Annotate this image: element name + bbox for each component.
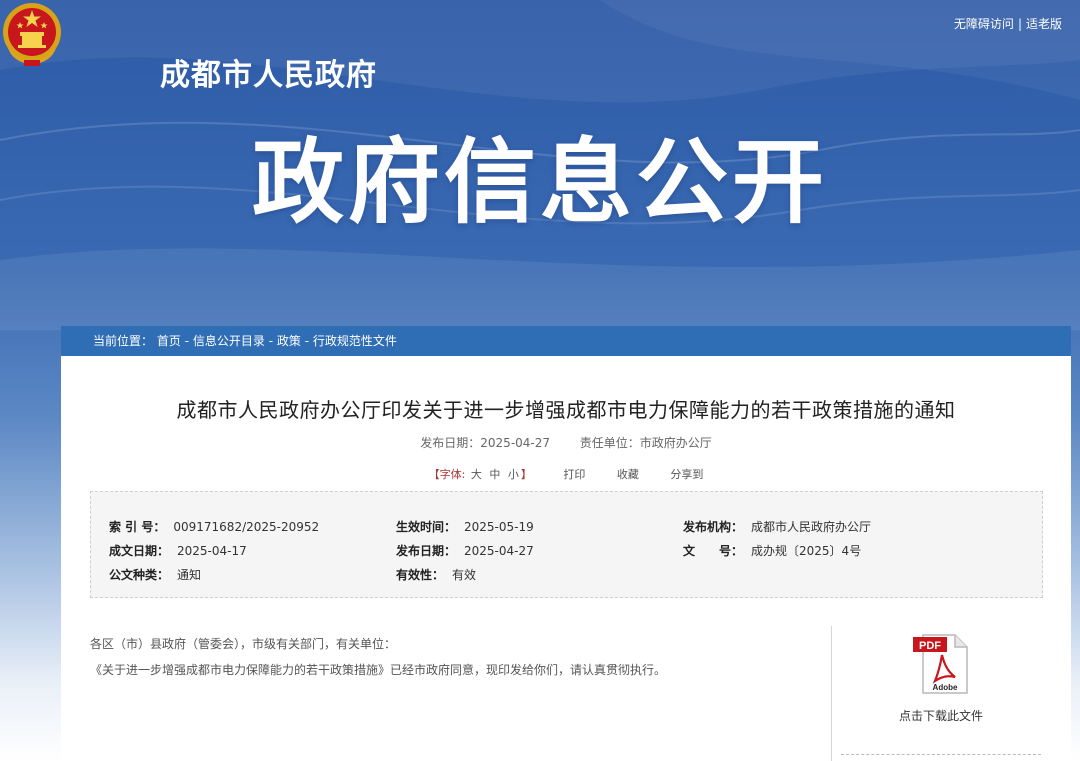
top-link-separator: | xyxy=(1017,17,1022,31)
info-pubdate: 发布日期： 2025-04-27 xyxy=(396,542,534,559)
info-type-label: 公文种类： xyxy=(109,568,170,582)
top-links: 无障碍访问 | 适老版 xyxy=(954,15,1062,32)
content-paragraph: 《关于进一步增强成都市电力保障能力的若干政策措施》已经市政府同意，现印发给你们，… xyxy=(90,663,667,677)
publish-date-value: 2025-04-27 xyxy=(480,436,551,450)
pdf-file-icon[interactable]: PDF Adobe xyxy=(909,631,973,695)
info-issuer-label: 发布机构： xyxy=(683,520,744,534)
info-docno: 文 号： 成办规〔2025〕4号 xyxy=(683,542,861,559)
unit-value: 市政府办公厅 xyxy=(639,436,712,450)
document-content: 各区（市）县政府（管委会），市级有关部门，有关单位： 《关于进一步增强成都市电力… xyxy=(90,631,810,683)
font-size-close: 】 xyxy=(520,468,532,481)
banner-title: 政府信息公开 xyxy=(251,129,828,236)
download-section: PDF Adobe 点击下载此文件 xyxy=(841,631,1041,724)
site-name[interactable]: 成都市人民政府 xyxy=(160,50,377,94)
info-type: 公文种类： 通知 xyxy=(109,566,201,583)
breadcrumb-policy[interactable]: 政策 xyxy=(277,334,301,348)
breadcrumb-separator: - xyxy=(304,334,313,348)
document-info-box: 索 引 号： 009171682/2025-20952 生效时间： 2025-05-… xyxy=(90,491,1043,598)
publish-date-label: 发布日期： xyxy=(420,436,481,450)
breadcrumb-separator: - xyxy=(268,334,277,348)
font-size-medium-button[interactable]: 中 xyxy=(489,468,500,481)
favorite-button[interactable]: 收藏 xyxy=(617,468,639,481)
share-button[interactable]: 分享到 xyxy=(670,468,703,481)
breadcrumb-separator: - xyxy=(184,334,193,348)
info-validity: 有效性： 有效 xyxy=(396,566,476,583)
unit-label: 责任单位： xyxy=(579,436,640,450)
breadcrumb-prefix: 当前位置： xyxy=(93,334,154,348)
document-tools: 【字体: 大 中 小】 打印 收藏 分享到 xyxy=(61,466,1071,482)
font-size-small-button[interactable]: 小 xyxy=(508,468,519,481)
pdf-badge-text: PDF xyxy=(919,640,941,652)
breadcrumb-home[interactable]: 首页 xyxy=(157,334,181,348)
info-written-label: 成文日期： xyxy=(109,544,170,558)
info-index: 索 引 号： 009171682/2025-20952 xyxy=(109,518,319,535)
info-written-value: 2025-04-17 xyxy=(177,544,247,558)
main-panel: 当前位置： 首页 - 信息公开目录 - 政策 - 行政规范性文件 成都市人民政府… xyxy=(61,326,1071,761)
elderly-version-link[interactable]: 适老版 xyxy=(1026,17,1062,31)
breadcrumb-normative-docs[interactable]: 行政规范性文件 xyxy=(313,334,397,348)
print-button[interactable]: 打印 xyxy=(563,468,585,481)
download-file-link[interactable]: 点击下载此文件 xyxy=(841,707,1041,724)
info-pubdate-label: 发布日期： xyxy=(396,544,457,558)
pdf-brand-text: Adobe xyxy=(933,683,958,692)
info-issuer: 发布机构： 成都市人民政府办公厅 xyxy=(683,518,871,535)
download-dashed-divider xyxy=(841,754,1041,755)
breadcrumb: 当前位置： 首页 - 信息公开目录 - 政策 - 行政规范性文件 xyxy=(61,326,1071,356)
info-validity-label: 有效性： xyxy=(396,568,445,582)
breadcrumb-info-catalog[interactable]: 信息公开目录 xyxy=(193,334,265,348)
info-validity-value: 有效 xyxy=(452,568,477,582)
info-effective: 生效时间： 2025-05-19 xyxy=(396,518,534,535)
info-effective-label: 生效时间： xyxy=(396,520,457,534)
info-pubdate-value: 2025-04-27 xyxy=(464,544,534,558)
content-divider xyxy=(831,626,832,761)
font-size-large-button[interactable]: 大 xyxy=(471,468,482,481)
national-emblem-icon[interactable] xyxy=(0,0,64,68)
info-docno-value: 成办规〔2025〕4号 xyxy=(751,544,862,558)
content-paragraph: 各区（市）县政府（管委会），市级有关部门，有关单位： xyxy=(90,637,397,651)
info-docno-label: 文 号： xyxy=(683,544,744,558)
info-written: 成文日期： 2025-04-17 xyxy=(109,542,247,559)
document-meta: 发布日期：2025-04-27 责任单位：市政府办公厅 xyxy=(61,434,1071,451)
info-type-value: 通知 xyxy=(177,568,202,582)
info-issuer-value: 成都市人民政府办公厅 xyxy=(751,520,872,534)
info-index-value: 009171682/2025-20952 xyxy=(173,520,320,534)
info-index-label: 索 引 号： xyxy=(109,520,166,534)
document-title: 成都市人民政府办公厅印发关于进一步增强成都市电力保障能力的若干政策措施的通知 xyxy=(176,398,956,422)
font-size-label: 【字体: xyxy=(428,468,466,481)
info-effective-value: 2025-05-19 xyxy=(464,520,534,534)
accessibility-link[interactable]: 无障碍访问 xyxy=(954,17,1014,31)
